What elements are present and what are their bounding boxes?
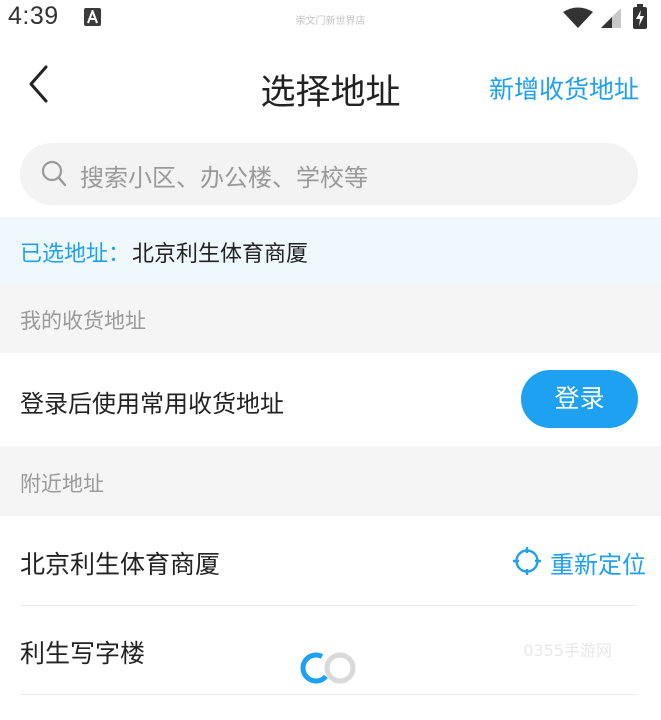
section-header-label: 我的收货地址	[20, 309, 146, 333]
status-bar: 4:39 崇文门新世界店	[0, 0, 661, 36]
battery-charging-icon	[633, 4, 647, 29]
nearby-address-name: 利生写字楼	[20, 639, 146, 668]
nearby-address-name: 北京利生体育商厦	[20, 550, 221, 579]
search-input[interactable]: 搜索小区、办公楼、学校等	[20, 143, 638, 205]
search-placeholder: 搜索小区、办公楼、学校等	[80, 164, 368, 192]
section-header-label: 附近地址	[20, 472, 104, 496]
wifi-icon	[563, 7, 593, 28]
signal-icon	[601, 8, 621, 28]
login-row: 登录后使用常用收货地址 登录	[0, 353, 661, 446]
status-carrier-text: 崇文门新世界店	[295, 16, 366, 27]
watermark: 0355手游网	[523, 641, 612, 660]
locate-crosshair-icon	[513, 547, 541, 575]
search-icon	[41, 160, 67, 187]
relocate-button[interactable]: 重新定位	[512, 545, 646, 579]
section-header-my-addresses: 我的收货地址	[0, 283, 661, 353]
selected-address-label: 已选地址：	[20, 242, 131, 267]
loading-spinner-icon	[300, 652, 356, 684]
selected-address-banner: 已选地址： 北京利生体育商厦	[0, 217, 661, 283]
login-prompt: 登录后使用常用收货地址	[20, 390, 284, 418]
nearby-address-item[interactable]: 北京利生体育商厦 重新定位	[20, 517, 646, 606]
nav-bar: 选择地址 新增收货地址	[0, 48, 661, 128]
login-button[interactable]: 登录	[521, 370, 638, 428]
relocate-label: 重新定位	[550, 551, 646, 579]
selected-address-value: 北京利生体育商厦	[132, 242, 309, 267]
add-address-link[interactable]: 新增收货地址	[489, 70, 639, 106]
section-header-nearby: 附近地址	[0, 446, 661, 516]
